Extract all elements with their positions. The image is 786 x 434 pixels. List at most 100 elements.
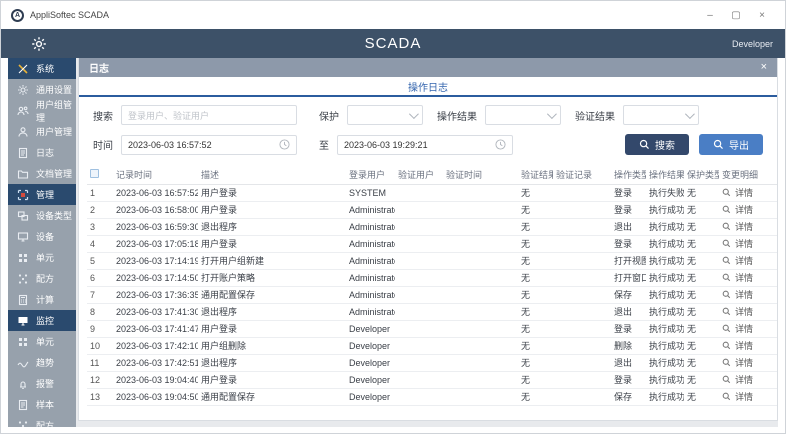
- sample-icon: [17, 399, 29, 411]
- table-row[interactable]: 82023-06-03 17:41:30退出程序Administrator无退出…: [87, 303, 777, 320]
- table-row[interactable]: 102023-06-03 17:42:10用户组删除Developer无删除执行…: [87, 337, 777, 354]
- export-button[interactable]: 导出: [699, 134, 763, 155]
- table-row[interactable]: 32023-06-03 16:59:30退出程序Administrator无退出…: [87, 218, 777, 235]
- chevron-down-icon: [547, 109, 557, 119]
- sidebar-item-用户管理[interactable]: 用户管理: [8, 121, 76, 142]
- detail-link[interactable]: 详情: [722, 305, 753, 318]
- cell: 2023-06-03 17:42:10: [113, 337, 198, 354]
- sidebar-item-管理[interactable]: 管理: [8, 184, 76, 205]
- cell: [87, 405, 113, 420]
- cell: 保存: [611, 286, 646, 303]
- detail-link[interactable]: 详情: [722, 186, 753, 199]
- column-header: 验证用户: [395, 165, 443, 184]
- sidebar-item-label: 文档管理: [36, 167, 72, 180]
- time-to-input[interactable]: 2023-06-03 19:29:21: [337, 135, 513, 155]
- search-button[interactable]: 搜索: [625, 134, 689, 155]
- cell: [719, 405, 777, 420]
- detail-link[interactable]: 详情: [722, 254, 753, 267]
- cell: [395, 201, 443, 218]
- cell: 登录: [611, 371, 646, 388]
- cell: 2023-06-03 16:58:00: [113, 201, 198, 218]
- sidebar: 系统通用设置用户组管理用户管理日志文档管理管理设备类型设备单元配方计算监控单元趋…: [8, 58, 76, 427]
- magnifier-icon: [722, 341, 731, 350]
- sidebar-item-配方[interactable]: 配方: [8, 415, 76, 427]
- magnifier-icon: [722, 358, 731, 367]
- detail-link[interactable]: 详情: [722, 356, 753, 369]
- sidebar-item-样本[interactable]: 样本: [8, 394, 76, 415]
- sidebar-item-监控[interactable]: 监控: [8, 310, 76, 331]
- sidebar-item-单元[interactable]: 单元: [8, 247, 76, 268]
- table-row[interactable]: 52023-06-03 17:14:19打开用户组新建Administrator…: [87, 252, 777, 269]
- cell: 打开视图: [611, 252, 646, 269]
- table-row[interactable]: 122023-06-03 19:04:40用户登录Developer无登录执行成…: [87, 371, 777, 388]
- cell: 执行成功: [646, 320, 684, 337]
- unit-icon: [17, 336, 29, 348]
- cell: 9: [87, 320, 113, 337]
- select-all-checkbox[interactable]: [90, 169, 99, 178]
- verify-result-select[interactable]: [623, 105, 699, 125]
- cell: [443, 201, 518, 218]
- gear-icon: [17, 84, 29, 96]
- detail-link[interactable]: 详情: [722, 220, 753, 233]
- table-row[interactable]: 132023-06-03 19:04:50通用配置保存Developer无保存执…: [87, 388, 777, 405]
- cell: [395, 286, 443, 303]
- sidebar-item-设备[interactable]: 设备: [8, 226, 76, 247]
- detail-link[interactable]: 详情: [722, 237, 753, 250]
- sidebar-item-日志[interactable]: 日志: [8, 142, 76, 163]
- sidebar-item-用户组管理[interactable]: 用户组管理: [8, 100, 76, 121]
- detail-link[interactable]: 详情: [722, 288, 753, 301]
- tab-operation-log[interactable]: 操作日志: [408, 79, 448, 94]
- cell: [553, 371, 611, 388]
- sidebar-item-设备类型[interactable]: 设备类型: [8, 205, 76, 226]
- cell: 执行失败: [646, 184, 684, 201]
- table-row[interactable]: 62023-06-03 17:14:50打开账户策略Administrator无…: [87, 269, 777, 286]
- maximize-button[interactable]: ▢: [723, 6, 749, 24]
- search-input[interactable]: 登录用户、验证用户: [121, 105, 297, 125]
- detail-link[interactable]: 详情: [722, 322, 753, 335]
- table-row[interactable]: 22023-06-03 16:58:00用户登录Administrator无登录…: [87, 201, 777, 218]
- table-row[interactable]: 72023-06-03 17:36:35通用配置保存Administrator无…: [87, 286, 777, 303]
- sidebar-item-计算[interactable]: 计算: [8, 289, 76, 310]
- cell: 用户组删除: [198, 337, 346, 354]
- cell: [443, 235, 518, 252]
- detail-link[interactable]: 详情: [722, 373, 753, 386]
- cell: [395, 337, 443, 354]
- table-row[interactable]: 12023-06-03 16:57:52用户登录SYSTEM无登录执行失败无详情: [87, 184, 777, 201]
- user-icon: [17, 126, 29, 138]
- cell: [395, 269, 443, 286]
- column-header: 登录用户: [346, 165, 395, 184]
- column-header: 验证结果: [518, 165, 553, 184]
- detail-link[interactable]: 详情: [722, 271, 753, 284]
- panel-close-icon[interactable]: ×: [761, 62, 767, 73]
- table-row[interactable]: 42023-06-03 17:05:18用户登录Administrator无登录…: [87, 235, 777, 252]
- detail-link[interactable]: 详情: [722, 203, 753, 216]
- column-header: 记录时间: [113, 165, 198, 184]
- cell: 2023-06-03 17:36:35: [113, 286, 198, 303]
- cell: 无: [684, 235, 719, 252]
- current-user-label[interactable]: Developer: [732, 39, 773, 49]
- protection-select[interactable]: [347, 105, 423, 125]
- cell: 退出程序: [198, 354, 346, 371]
- op-result-select[interactable]: [485, 105, 561, 125]
- sidebar-item-趋势[interactable]: 趋势: [8, 352, 76, 373]
- main-area: 日志 × 操作日志 搜索 登录用户、验证用户 保护: [76, 58, 778, 427]
- table-row[interactable]: 112023-06-03 17:42:51退出程序Developer无退出执行成…: [87, 354, 777, 371]
- table-row[interactable]: 92023-06-03 17:41:47用户登录Developer无登录执行成功…: [87, 320, 777, 337]
- sidebar-item-配方[interactable]: 配方: [8, 268, 76, 289]
- close-button[interactable]: ×: [749, 6, 775, 24]
- sidebar-item-单元[interactable]: 单元: [8, 331, 76, 352]
- time-from-input[interactable]: 2023-06-03 16:57:52: [121, 135, 297, 155]
- sidebar-item-文档管理[interactable]: 文档管理: [8, 163, 76, 184]
- device-type-icon: [17, 210, 29, 222]
- column-header: 操作类型: [611, 165, 646, 184]
- minimize-button[interactable]: –: [697, 6, 723, 24]
- detail-link[interactable]: 详情: [722, 339, 753, 352]
- sidebar-item-系统[interactable]: 系统: [8, 58, 76, 79]
- sidebar-item-报警[interactable]: 报警: [8, 373, 76, 394]
- cell: [395, 405, 443, 420]
- cell: Administrator: [346, 286, 395, 303]
- detail-link[interactable]: 详情: [722, 390, 753, 403]
- cell: 4: [87, 235, 113, 252]
- cell: [553, 184, 611, 201]
- log-icon: [17, 147, 29, 159]
